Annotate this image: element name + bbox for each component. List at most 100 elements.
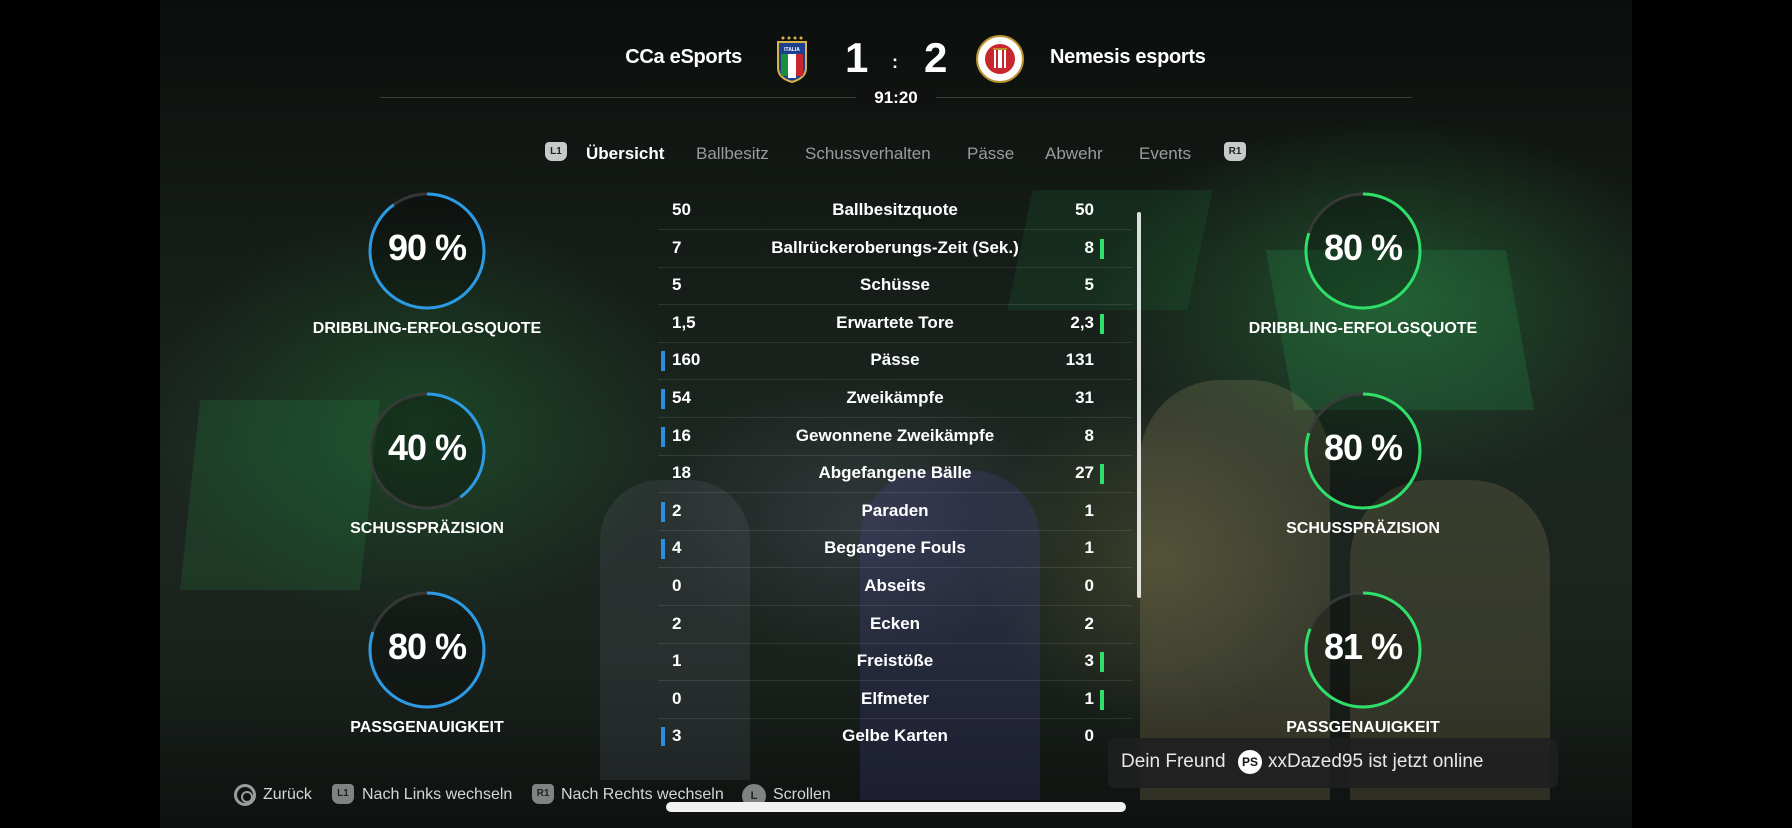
stat-row: 3 Gelbe Karten 0: [658, 718, 1132, 746]
stat-label: Gewonnene Zweikämpfe: [795, 425, 995, 445]
home-stat-value: 160: [672, 350, 701, 370]
gauge-label: DRIBBLING-ERFOLGSQUOTE: [312, 320, 542, 337]
tab-abwehr[interactable]: Abwehr: [1045, 144, 1103, 164]
tab-uebersicht[interactable]: Übersicht: [586, 144, 664, 164]
background-person: [1140, 380, 1330, 800]
home-lead-indicator: [661, 539, 665, 560]
crest-text: ITALIA: [784, 47, 800, 53]
stat-row: 0 Elfmeter 1: [658, 681, 1132, 719]
away-stat-value: 3: [1084, 651, 1094, 671]
stat-label: Zweikämpfe: [846, 388, 944, 407]
stat-label: Abseits: [864, 576, 926, 595]
stat-label: Elfmeter: [860, 688, 930, 708]
stats-table[interactable]: 50 Ballbesitzquote 50 7 Ballrückeroberungs-Z…: [658, 192, 1132, 746]
stat-label: Schüsse: [860, 275, 930, 295]
home-lead-indicator: [661, 501, 665, 522]
away-stat-value: 1: [1084, 688, 1094, 708]
stat-row: 0 Abseits 0: [658, 568, 1132, 606]
friend-online-notification: Dein Freund PS xxDazed95 ist jetzt onlin…: [1108, 738, 1558, 788]
gauge-value: 40 %: [387, 427, 467, 468]
gauge-label: DRIBBLING-ERFOLGSQUOTE: [1248, 320, 1478, 337]
home-stat-value: 2: [672, 500, 682, 520]
away-lead-indicator: [1100, 689, 1104, 710]
away-stat-value: 8: [1084, 425, 1094, 445]
home-stat-value: 7: [672, 237, 682, 257]
stat-label: Abgefangene Bälle: [818, 463, 972, 483]
home-stat-value: 1,5: [672, 312, 696, 332]
stat-label: Ballbesitzquote: [832, 200, 958, 219]
scoreboard: CCa eSports ITALIA 1 : 2 Nemesis esports…: [0, 0, 1792, 110]
away-team-name: Nemesis esports: [1050, 46, 1206, 68]
gauge-label: SCHUSSPRÄZISION: [1286, 520, 1440, 537]
tab-ballbesitz[interactable]: Ballbesitz: [696, 144, 769, 164]
feyenoord-crest-icon: [976, 35, 1024, 83]
home-team-name: CCa eSports: [625, 46, 742, 68]
stat-row: 160 Pässe 131: [658, 342, 1132, 381]
away-lead-indicator: [1100, 464, 1104, 485]
notification-text: xxDazed95 ist jetzt online: [1268, 751, 1484, 772]
back-action[interactable]: Zurück: [263, 786, 312, 804]
stats-tabs: L1 Übersicht Ballbesitz Schussverhalten …: [0, 140, 1792, 170]
home-lead-indicator: [661, 351, 665, 372]
switch-left-action[interactable]: Nach Links wechseln: [362, 786, 512, 804]
home-lead-indicator: [661, 426, 665, 447]
stat-row: 1 Freistöße 3: [658, 643, 1132, 682]
background-banner: [180, 400, 380, 590]
home-stat-value: 0: [672, 576, 682, 595]
home-lead-indicator: [661, 727, 665, 746]
circle-button-icon: [234, 784, 256, 806]
home-stat-value: 4: [672, 538, 682, 558]
stat-row: 7 Ballrückeroberungs-Zeit (Sek.) 8: [658, 230, 1132, 268]
home-indicator[interactable]: [666, 802, 1126, 812]
away-stat-value: 2: [1084, 613, 1094, 633]
stat-label: Gelbe Karten: [842, 726, 948, 746]
italia-crest-icon: ITALIA: [774, 34, 810, 84]
r1-button-icon[interactable]: R1: [1224, 142, 1246, 161]
stat-row: 18 Abgefangene Bälle 27: [658, 455, 1132, 494]
score-separator: :: [892, 52, 898, 72]
away-stat-value: 1: [1084, 538, 1094, 558]
stats-scrollbar[interactable]: [1137, 212, 1141, 598]
home-score: 1: [845, 34, 869, 81]
gauge-value: 81 %: [1323, 626, 1403, 667]
home-stat-value: 54: [672, 388, 691, 407]
l1-button-icon: L1: [332, 784, 354, 804]
away-stat-value: 0: [1084, 576, 1094, 595]
l1-button-icon[interactable]: L1: [545, 142, 567, 161]
away-shot-accuracy-gauge: 80 %: [1303, 391, 1423, 511]
gauge-value: 80 %: [1323, 227, 1403, 268]
home-stat-value: 16: [672, 425, 691, 445]
away-score: 2: [924, 34, 948, 81]
away-stat-value: 0: [1084, 726, 1094, 746]
gauge-value: 80 %: [1323, 427, 1403, 468]
stat-row: 1,5 Erwartete Tore 2,3: [658, 305, 1132, 343]
home-pass-accuracy-gauge: 80 %: [367, 590, 487, 710]
tab-paesse[interactable]: Pässe: [967, 144, 1014, 164]
home-stat-value: 1: [672, 651, 682, 671]
tab-events[interactable]: Events: [1139, 144, 1191, 164]
away-pass-accuracy-gauge: 81 %: [1303, 590, 1423, 710]
stat-label: Freistöße: [856, 651, 934, 671]
away-lead-indicator: [1100, 652, 1104, 673]
stat-row: 16 Gewonnene Zweikämpfe 8: [658, 418, 1132, 456]
tab-schussverhalten[interactable]: Schussverhalten: [805, 144, 931, 164]
home-stat-value: 0: [672, 688, 682, 708]
stat-label: Erwartete Tore: [836, 312, 954, 332]
home-stat-value: 2: [672, 613, 682, 633]
away-stat-value: 5: [1084, 275, 1094, 295]
away-lead-indicator: [1100, 238, 1104, 259]
away-stat-value: 8: [1084, 237, 1094, 257]
stat-row: 2 Paraden 1: [658, 493, 1132, 531]
r1-button-icon: R1: [532, 784, 554, 804]
stat-row: 50 Ballbesitzquote 50: [658, 192, 1132, 230]
stat-row: 5 Schüsse 5: [658, 267, 1132, 306]
gauge-value: 80 %: [387, 626, 467, 667]
away-dribbling-gauge: 80 %: [1303, 191, 1423, 311]
away-stat-value: 1: [1084, 500, 1094, 520]
away-stat-value: 27: [1075, 463, 1094, 483]
away-stat-value: 2,3: [1070, 312, 1094, 332]
gauge-value: 90 %: [387, 227, 467, 268]
gauge-label: PASSGENAUIGKEIT: [350, 719, 504, 736]
home-stat-value: 18: [672, 463, 691, 483]
playstation-icon: PS: [1238, 750, 1262, 774]
